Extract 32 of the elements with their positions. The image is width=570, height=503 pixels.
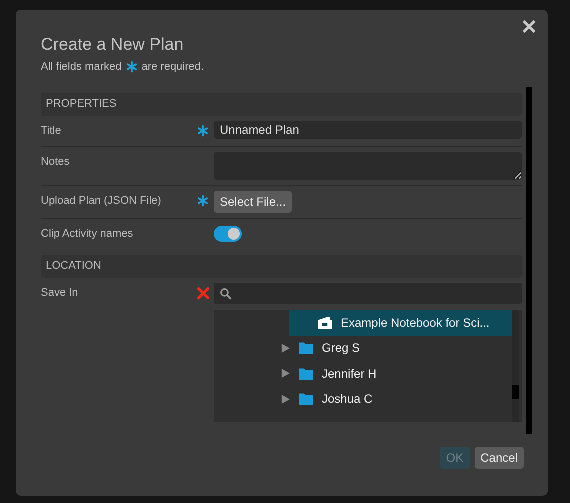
section-header: LOCATION <box>41 255 522 278</box>
caret-right-icon[interactable] <box>281 368 290 380</box>
caret-right-icon[interactable] <box>281 342 290 354</box>
section-header: PROPERTIES <box>41 93 522 116</box>
scrollbar[interactable] <box>526 87 532 434</box>
scrollbar[interactable] <box>512 310 519 422</box>
select-file-button[interactable]: Select File... <box>214 191 292 213</box>
required-note: are required. <box>142 61 204 73</box>
notes-field[interactable] <box>214 152 522 180</box>
field-label: Clip Activity names <box>41 227 134 242</box>
field-label: Save In <box>41 286 80 301</box>
cancel-button[interactable]: Cancel <box>474 447 524 469</box>
notebook-icon <box>317 316 333 330</box>
asterisk-icon <box>126 61 138 73</box>
title-field[interactable]: Unnamed Plan <box>214 121 522 139</box>
required-note: All fields marked <box>41 61 122 73</box>
tree-item[interactable]: Greg S <box>281 336 512 361</box>
caret-right-icon[interactable] <box>281 394 290 405</box>
search-icon <box>220 288 232 300</box>
dialog-title: Create a New Plan <box>41 35 185 55</box>
folder-icon <box>298 341 314 356</box>
tree-item[interactable]: Jennifer H <box>281 361 512 386</box>
tree-item[interactable]: Example Notebook for Sci... <box>289 310 512 336</box>
tree-item[interactable]: Joshua C <box>281 386 512 412</box>
search-field[interactable] <box>214 283 522 304</box>
field-label: Upload Plan (JSON File) <box>41 194 162 209</box>
field-label: Notes <box>41 155 71 170</box>
folder-icon <box>298 392 314 406</box>
folder-icon <box>298 366 314 381</box>
toggle-switch[interactable] <box>214 226 242 242</box>
field-label: Title <box>41 124 62 139</box>
close-button[interactable]: ✕ <box>521 18 538 38</box>
